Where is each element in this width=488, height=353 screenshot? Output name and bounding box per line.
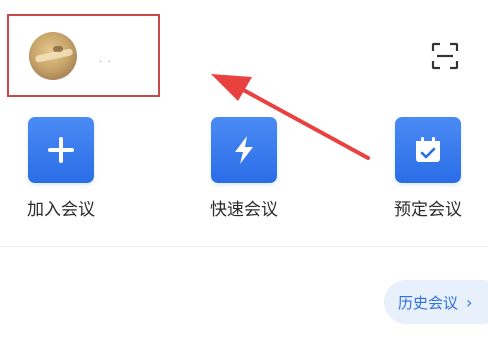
quick-meeting-label: 快速会议 bbox=[210, 200, 278, 220]
join-meeting-label: 加入会议 bbox=[27, 200, 95, 220]
join-meeting-tile[interactable] bbox=[28, 117, 94, 183]
schedule-meeting-tile[interactable] bbox=[395, 117, 461, 183]
plus-icon bbox=[48, 137, 74, 163]
quick-meeting-button[interactable]: 快速会议 bbox=[189, 117, 299, 220]
chevron-right-icon: › bbox=[466, 292, 473, 312]
schedule-meeting-label: 预定会议 bbox=[394, 200, 462, 220]
section-divider bbox=[0, 246, 488, 247]
avatar-image-detail bbox=[53, 46, 63, 52]
scan-icon[interactable] bbox=[431, 42, 459, 70]
quick-meeting-tile[interactable] bbox=[211, 117, 277, 183]
lightning-icon bbox=[235, 136, 253, 164]
join-meeting-button[interactable]: 加入会议 bbox=[6, 117, 116, 220]
history-meetings-label: 历史会议 bbox=[398, 293, 459, 312]
history-meetings-button[interactable]: 历史会议 › bbox=[384, 280, 488, 324]
calendar-check-icon bbox=[416, 137, 440, 162]
avatar[interactable] bbox=[29, 32, 77, 80]
schedule-meeting-button[interactable]: 预定会议 bbox=[373, 117, 483, 220]
user-name: . . bbox=[99, 54, 112, 65]
